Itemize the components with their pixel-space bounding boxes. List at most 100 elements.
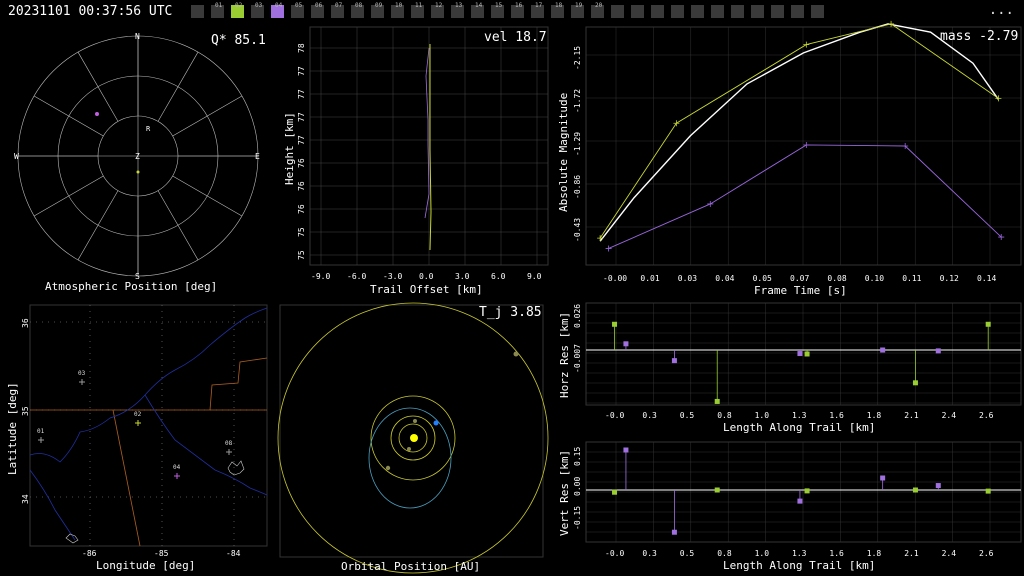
vres-ylabel: Vert Res [km] bbox=[558, 450, 571, 536]
mag-ylabel: Absolute Magnitude bbox=[557, 93, 570, 212]
x-tick-label: 0.04 bbox=[715, 274, 734, 283]
magnitude-point bbox=[803, 141, 810, 148]
station-label: 02 bbox=[134, 411, 142, 418]
polar-spoke bbox=[157, 190, 199, 261]
mag-xlabel: Frame Time [s] bbox=[754, 284, 847, 297]
residual-point-1 bbox=[623, 341, 629, 347]
x-tick-label: 0.05 bbox=[753, 274, 772, 283]
height-ylabel: Height [km] bbox=[283, 112, 296, 185]
y-tick-label: 75 bbox=[297, 250, 306, 260]
map-panel: 01 02 03 04 08 -86 -85 -84 36 35 34 Longitude [d… bbox=[6, 304, 268, 572]
y-tick-label: 76 bbox=[297, 158, 306, 168]
mag-stat: mass -2.79 bbox=[940, 29, 1018, 44]
residual-point-0 bbox=[714, 398, 720, 404]
x-tick-label: 1.8 bbox=[867, 411, 882, 420]
residual-point-1 bbox=[880, 347, 886, 353]
polar-spoke bbox=[172, 95, 243, 137]
x-tick-label: 0.5 bbox=[680, 549, 695, 558]
hres-panel: -0.0 0.3 0.5 0.8 1.0 1.3 1.6 1.8 2.1 2.4 2.6 0.026… bbox=[558, 302, 1022, 434]
y-tick-label: -2.15 bbox=[573, 46, 582, 70]
residual-point-0 bbox=[714, 487, 720, 493]
orbit-xlabel: Orbital Position [AU] bbox=[341, 560, 480, 573]
map-ylabel: Latitude [deg] bbox=[6, 382, 19, 475]
y-tick-label: 77 bbox=[297, 112, 306, 122]
magnitude-point bbox=[597, 235, 604, 242]
x-tick-label: 1.3 bbox=[792, 411, 807, 420]
magnitude-series-1 bbox=[599, 23, 999, 239]
vres-xlabel: Length Along Trail [km] bbox=[723, 559, 875, 572]
magnitude-point bbox=[605, 245, 612, 252]
x-tick-label: 2.6 bbox=[979, 411, 994, 420]
dir-west: W bbox=[14, 152, 19, 161]
residual-point-0 bbox=[985, 321, 991, 327]
x-tick-label: 1.8 bbox=[867, 549, 882, 558]
x-tick-label: -3.0 bbox=[383, 272, 402, 281]
x-tick-label: 0.3 bbox=[642, 549, 657, 558]
x-tick-label: 2.1 bbox=[904, 549, 919, 558]
station-label: 04 bbox=[173, 464, 181, 471]
x-tick-label: 3.0 bbox=[455, 272, 470, 281]
y-tick-label: 36 bbox=[21, 318, 30, 328]
planet-2 bbox=[407, 447, 411, 451]
x-tick-label: 2.4 bbox=[942, 549, 957, 558]
x-tick-label: 1.6 bbox=[829, 411, 844, 420]
map-xlabel: Longitude [deg] bbox=[96, 559, 195, 572]
magnitude-point bbox=[707, 200, 714, 207]
x-tick-label: 1.3 bbox=[792, 549, 807, 558]
polar-spoke bbox=[77, 190, 119, 261]
dir-east: E bbox=[255, 152, 260, 161]
dir-north: N bbox=[135, 32, 140, 41]
y-tick-label: 35 bbox=[21, 406, 30, 416]
x-tick-label: -9.0 bbox=[311, 272, 330, 281]
y-tick-label: 76 bbox=[297, 204, 306, 214]
height-stat: vel 18.7 bbox=[484, 30, 547, 45]
x-tick-label: -85 bbox=[154, 549, 169, 558]
x-tick-label: 0.01 bbox=[640, 274, 659, 283]
height-trail-purple bbox=[424, 47, 430, 219]
earth bbox=[433, 420, 439, 426]
height-trail-yellow bbox=[429, 44, 432, 251]
x-tick-label: 0.03 bbox=[678, 274, 697, 283]
station-label: 01 bbox=[37, 428, 45, 435]
y-tick-label: 0.15 bbox=[573, 447, 582, 466]
polar-stat: Q* 85.1 bbox=[211, 33, 266, 48]
hres-ylabel: Horz Res [km] bbox=[558, 312, 571, 398]
polar-panel: N S E W Z R Q* 85.1 Atmospheric Position… bbox=[14, 32, 266, 293]
x-tick-label: 0.0 bbox=[419, 272, 434, 281]
x-tick-label: 2.6 bbox=[979, 549, 994, 558]
x-tick-label: 0.10 bbox=[865, 274, 884, 283]
height-panel: -9.0 -6.0 -3.0 0.0 3.0 6.0 9.0 78 77 77 77 77 76 76 7… bbox=[283, 26, 549, 296]
x-tick-label: -0.00 bbox=[603, 274, 627, 283]
residual-point-0 bbox=[612, 489, 618, 495]
planet-4 bbox=[513, 351, 519, 357]
y-tick-label: 77 bbox=[297, 66, 306, 76]
x-tick-label: 0.11 bbox=[902, 274, 921, 283]
x-tick-label: -0.0 bbox=[605, 549, 624, 558]
radiant-point-purple bbox=[95, 112, 99, 116]
sun bbox=[410, 434, 418, 442]
residual-point-1 bbox=[623, 447, 629, 453]
y-tick-label: -0.15 bbox=[573, 506, 582, 530]
residual-point-1 bbox=[935, 348, 941, 354]
polar-spoke bbox=[33, 95, 104, 137]
y-tick-label: -0.43 bbox=[573, 218, 582, 242]
station-label: 03 bbox=[78, 370, 86, 377]
x-tick-label: 1.0 bbox=[755, 549, 770, 558]
y-tick-label: -0.86 bbox=[573, 175, 582, 199]
x-tick-label: 2.4 bbox=[942, 411, 957, 420]
dashboard-canvas: N S E W Z R Q* 85.1 Atmospheric Position… bbox=[6, 20, 1022, 574]
polar-spoke bbox=[77, 51, 119, 122]
magnitude-point bbox=[673, 120, 680, 127]
meteor-point-yellow bbox=[136, 170, 140, 174]
meteoroid-orbit bbox=[368, 407, 452, 509]
y-tick-label: 0.026 bbox=[573, 304, 582, 328]
x-tick-label: -84 bbox=[226, 549, 241, 558]
x-tick-label: -86 bbox=[82, 549, 97, 558]
x-tick-label: 0.8 bbox=[717, 549, 732, 558]
residual-point-0 bbox=[804, 488, 810, 494]
magnitude-point bbox=[888, 20, 895, 27]
x-tick-label: 0.12 bbox=[940, 274, 959, 283]
magnitude-panel: -0.00 0.01 0.03 0.04 0.05 0.07 0.08 0.10 0.11 0.1… bbox=[557, 20, 1022, 297]
residual-point-1 bbox=[671, 358, 677, 364]
y-tick-label: 76 bbox=[297, 181, 306, 191]
